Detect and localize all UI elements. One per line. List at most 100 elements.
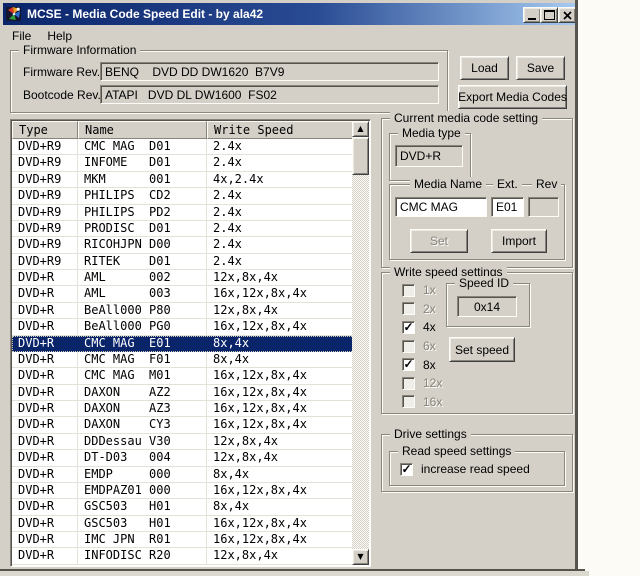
scroll-down-button[interactable]: ▼ (352, 549, 369, 565)
window-title: MCSE - Media Code Speed Edit - by ala42 (27, 7, 263, 21)
cell-type: DVD+R (12, 336, 78, 352)
cell-type: DVD+R9 (12, 139, 78, 155)
media-code-table: Type Name Write Speed DVD+R9CMC MAG D012… (10, 119, 371, 567)
maximize-icon (544, 10, 555, 20)
background-strip (0, 571, 589, 576)
cell-type: DVD+R (12, 286, 78, 302)
cell-speed: 16x,12x,8x,4x (207, 417, 354, 433)
load-button[interactable]: Load (460, 56, 509, 80)
column-header-type[interactable]: Type (12, 121, 78, 139)
cell-type: DVD+R (12, 319, 78, 335)
maximize-button[interactable] (540, 7, 558, 23)
menu-file[interactable]: File (5, 27, 38, 45)
export-media-codes-button[interactable]: Export Media Codes (458, 85, 567, 109)
checkbox-8x[interactable]: ✓ (402, 358, 415, 371)
table-row[interactable]: DVD+R9RITEK D012.4x (12, 254, 354, 270)
checkbox-label: 2x (423, 302, 436, 316)
table-row[interactable]: DVD+RBeAll000 PG016x,12x,8x,4x (12, 319, 354, 335)
table-row[interactable]: DVD+RIMC JPN R0116x,12x,8x,4x (12, 532, 354, 548)
cell-type: DVD+R (12, 434, 78, 450)
table-row[interactable]: DVD+RDDDessau V3012x,8x,4x (12, 434, 354, 450)
table-row[interactable]: DVD+R9INFOME D012.4x (12, 155, 354, 171)
cell-name: GSC503 H01 (78, 499, 207, 515)
scroll-up-button[interactable]: ▲ (352, 121, 369, 137)
cell-name: INFOME D01 (78, 155, 207, 171)
cell-name: AML 003 (78, 286, 207, 302)
table-row[interactable]: DVD+RGSC503 H0116x,12x,8x,4x (12, 516, 354, 532)
set-button: Set (410, 229, 468, 253)
cell-type: DVD+R9 (12, 237, 78, 253)
vertical-scrollbar[interactable]: ▲ ▼ (352, 121, 369, 565)
cell-name: DDDessau V30 (78, 434, 207, 450)
table-row[interactable]: DVD+RGSC503 H018x,4x (12, 499, 354, 515)
menu-help[interactable]: Help (40, 27, 79, 45)
cell-type: DVD+R (12, 450, 78, 466)
table-row[interactable]: DVD+RCMC MAG M0116x,12x,8x,4x (12, 368, 354, 384)
table-row[interactable]: DVD+RINFODISC R2012x,8x,4x (12, 548, 354, 564)
media-name-input[interactable]: CMC MAG (395, 197, 487, 217)
close-button[interactable] (558, 7, 576, 23)
cell-name: DT-D03 004 (78, 450, 207, 466)
table-row[interactable]: DVD+R9MKM 0014x,2.4x (12, 172, 354, 188)
cell-speed: 12x,8x,4x (207, 450, 354, 466)
table-row[interactable]: DVD+R9CMC MAG D012.4x (12, 139, 354, 155)
minimize-button[interactable] (523, 7, 541, 23)
cell-speed: 16x,12x,8x,4x (207, 532, 354, 548)
checkbox-label: 16x (423, 395, 442, 409)
import-button[interactable]: Import (491, 229, 547, 253)
cell-speed: 2.4x (207, 254, 354, 270)
scrollbar-thumb[interactable] (352, 137, 369, 175)
set-speed-button[interactable]: Set speed (449, 337, 515, 362)
checkbox-4x[interactable]: ✓ (402, 321, 415, 334)
title-bar[interactable]: MCSE - Media Code Speed Edit - by ala42 (3, 3, 575, 25)
table-row[interactable]: DVD+RDAXON AZ216x,12x,8x,4x (12, 385, 354, 401)
column-header-name[interactable]: Name (78, 121, 207, 139)
table-row[interactable]: DVD+R9PRODISC D012.4x (12, 221, 354, 237)
media-name-label: Media Name (410, 177, 486, 191)
bootcode-rev-field: ATAPI DVD DL DW1600 FS02 (100, 85, 439, 104)
table-row[interactable]: DVD+RCMC MAG E018x,4x (12, 336, 354, 352)
table-row[interactable]: DVD+R9PHILIPS CD22.4x (12, 188, 354, 204)
minimize-icon (528, 18, 536, 20)
write-speed-option-12x: 12x (402, 374, 462, 393)
table-row[interactable]: DVD+RDAXON AZ316x,12x,8x,4x (12, 401, 354, 417)
write-speed-option-16x: 16x (402, 393, 462, 412)
media-name-group: Media Name Ext. Rev CMC MAG E01 Set Impo… (389, 184, 565, 260)
table-row[interactable]: DVD+RCMC MAG F018x,4x (12, 352, 354, 368)
cell-name: PRODISC D01 (78, 221, 207, 237)
cell-name: RITEK D01 (78, 254, 207, 270)
table-row[interactable]: DVD+R9RICOHJPN D002.4x (12, 237, 354, 253)
cell-speed: 2.4x (207, 221, 354, 237)
cell-type: DVD+R (12, 499, 78, 515)
cell-speed: 2.4x (207, 237, 354, 253)
checkbox-label: 4x (423, 320, 436, 334)
ext-input[interactable]: E01 (491, 197, 524, 217)
cell-type: DVD+R9 (12, 221, 78, 237)
table-row[interactable]: DVD+REMDP 0008x,4x (12, 467, 354, 483)
firmware-information-group: Firmware Information Firmware Rev. BENQ … (10, 50, 448, 113)
cell-type: DVD+R9 (12, 155, 78, 171)
table-row[interactable]: DVD+RAML 00316x,12x,8x,4x (12, 286, 354, 302)
read-speed-group: Read speed settings ✓ increase read spee… (389, 451, 565, 486)
table-row[interactable]: DVD+REMDPAZ01 00016x,12x,8x,4x (12, 483, 354, 499)
table-row[interactable]: DVD+R9PHILIPS PD22.4x (12, 205, 354, 221)
cell-type: DVD+R (12, 303, 78, 319)
cell-name: PHILIPS PD2 (78, 205, 207, 221)
table-row[interactable]: DVD+RDAXON CY316x,12x,8x,4x (12, 417, 354, 433)
checkbox-2x (402, 302, 415, 315)
increase-read-speed-checkbox[interactable]: ✓ (400, 463, 413, 476)
speed-id-group: Speed ID 0x14 (446, 283, 530, 327)
save-button[interactable]: Save (516, 56, 565, 80)
table-row[interactable]: DVD+RAML 00212x,8x,4x (12, 270, 354, 286)
cell-name: BeAll000 PG0 (78, 319, 207, 335)
cell-type: DVD+R (12, 385, 78, 401)
media-type-field: DVD+R (395, 145, 463, 167)
table-row[interactable]: DVD+RBeAll000 P8012x,8x,4x (12, 303, 354, 319)
rev-label: Rev (532, 177, 561, 191)
cell-type: DVD+R (12, 467, 78, 483)
cell-name: BeAll000 P80 (78, 303, 207, 319)
table-row[interactable]: DVD+RDT-D03 00412x,8x,4x (12, 450, 354, 466)
cell-type: DVD+R (12, 483, 78, 499)
close-icon (563, 11, 572, 20)
column-header-write-speed[interactable]: Write Speed (207, 121, 354, 139)
